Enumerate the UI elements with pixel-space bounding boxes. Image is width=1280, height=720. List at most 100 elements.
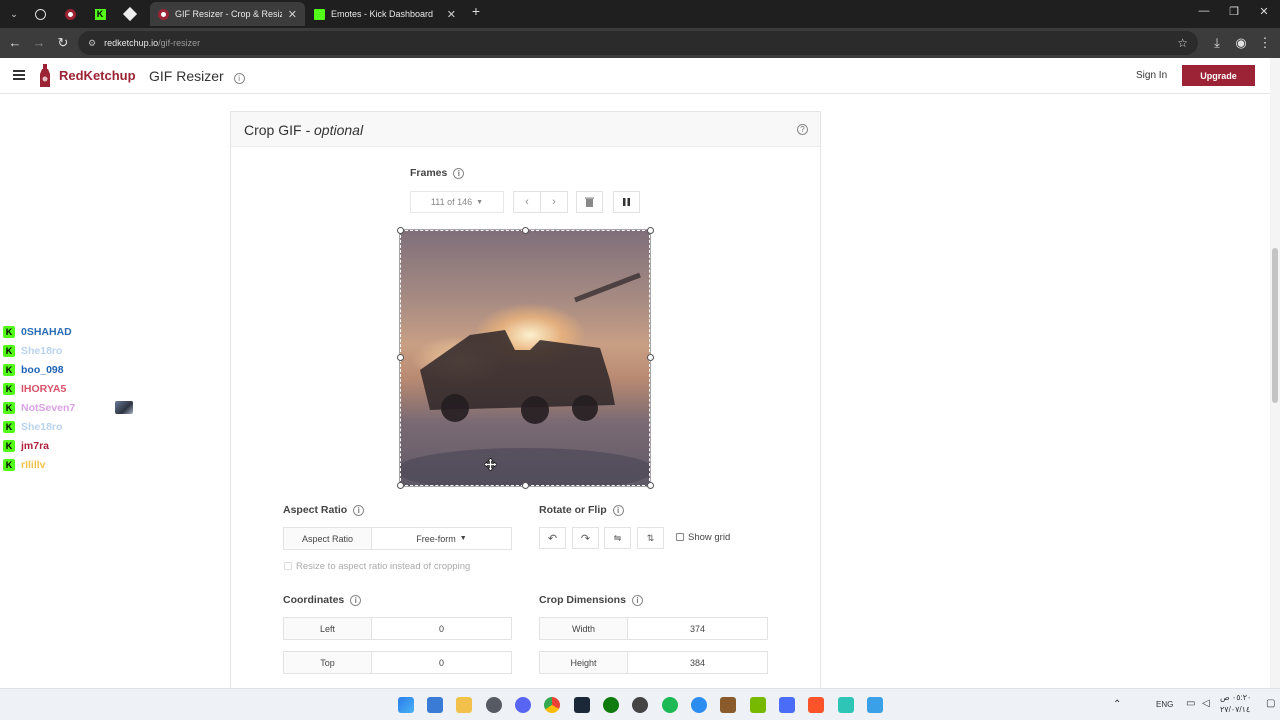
resize-aspect-checkbox[interactable] [284, 562, 292, 571]
help-icon[interactable]: ? [797, 124, 808, 135]
app-icon[interactable] [632, 697, 648, 713]
close-icon[interactable]: ✕ [447, 8, 456, 21]
width-input[interactable]: 374 [628, 618, 767, 639]
info-icon[interactable]: i [453, 167, 465, 179]
pinned-tab-3[interactable]: K [88, 4, 112, 24]
tab-search-button[interactable]: ⌄ [2, 4, 26, 24]
resize-aspect-option[interactable]: Resize to aspect ratio instead of croppi… [284, 561, 470, 572]
chrome-icon[interactable] [544, 697, 560, 713]
info-icon[interactable]: i [233, 73, 245, 84]
width-field[interactable]: Width 374 [539, 617, 768, 640]
minimize-button[interactable]: — [1194, 5, 1214, 17]
pinned-tab-2[interactable] [58, 4, 82, 24]
page-scrollbar[interactable] [1270, 58, 1280, 688]
info-icon[interactable]: i [350, 594, 362, 606]
crop-handle-left[interactable] [397, 354, 404, 361]
nvidia-icon[interactable] [750, 697, 766, 713]
sign-in-link[interactable]: Sign In [1136, 70, 1167, 81]
app-icon[interactable] [486, 697, 502, 713]
aspect-ratio-select[interactable]: Aspect Ratio Free-form ▼ [283, 527, 512, 550]
left-input[interactable]: 0 [372, 618, 511, 639]
crop-handle-bottom-right[interactable] [647, 482, 654, 489]
pause-button[interactable] [613, 191, 640, 213]
close-icon[interactable]: ✕ [288, 8, 297, 21]
chevron-up-icon[interactable]: ⌃ [1113, 699, 1121, 710]
crop-box[interactable] [399, 229, 651, 487]
crop-handle-top[interactable] [522, 227, 529, 234]
crop-handle-top-right[interactable] [647, 227, 654, 234]
flip-horizontal-icon: ⇋ [613, 532, 622, 543]
restore-button[interactable]: ❐ [1224, 5, 1244, 18]
upgrade-button[interactable]: Upgrade [1182, 65, 1255, 86]
app-icon[interactable] [779, 697, 795, 713]
new-tab-button[interactable]: + [466, 3, 486, 19]
site-header: RedKetchup GIF Resizer i Sign In Upgrade [0, 58, 1270, 94]
xbox-icon[interactable] [603, 697, 619, 713]
height-input[interactable]: 384 [628, 652, 767, 673]
file-explorer-icon[interactable] [456, 697, 472, 713]
left-label: Left [284, 618, 372, 639]
next-frame-button[interactable]: › [540, 191, 568, 213]
info-icon[interactable]: i [631, 594, 643, 606]
tab-gif-resizer[interactable]: GIF Resizer - Crop & Resize Ani ✕ [150, 2, 305, 26]
steam-icon[interactable] [574, 697, 590, 713]
previous-frame-button[interactable]: ‹ [513, 191, 541, 213]
info-icon[interactable]: i [612, 504, 624, 516]
forward-button[interactable]: → [30, 34, 48, 52]
aspect-ratio-field-label: Aspect Ratio [284, 528, 372, 549]
menu-icon[interactable]: ⋮ [1256, 34, 1274, 52]
download-icon[interactable]: ⤓ [1208, 34, 1226, 52]
tab-kick-emotes[interactable]: Emotes - Kick Dashboard ✕ [306, 2, 464, 26]
frame-select[interactable]: 111 of 146 ▼ [410, 191, 504, 213]
chat-item: K She18ro [3, 341, 143, 360]
flip-horizontal-button[interactable]: ⇋ [604, 527, 631, 549]
app-icon[interactable] [867, 697, 883, 713]
crop-handle-right[interactable] [647, 354, 654, 361]
close-window-button[interactable]: ✕ [1254, 5, 1274, 18]
profile-icon[interactable]: ◉ [1232, 34, 1250, 52]
top-input[interactable]: 0 [372, 652, 511, 673]
clock-date[interactable]: ٢٧/٠٧/١٤ [1220, 705, 1250, 714]
discord-icon[interactable] [515, 697, 531, 713]
app-icon[interactable] [691, 697, 707, 713]
show-grid-option[interactable]: Show grid [676, 532, 730, 543]
app-icon[interactable] [838, 697, 854, 713]
ketchup-bottle-logo[interactable] [38, 64, 52, 88]
clock-time[interactable]: ٠٥:٢٠ ص [1220, 693, 1251, 702]
notification-icon[interactable]: ▢ [1266, 698, 1275, 709]
delete-frame-button[interactable] [576, 191, 603, 213]
pinned-tab-1[interactable] [28, 4, 52, 24]
crop-handle-bottom-left[interactable] [397, 482, 404, 489]
store-icon[interactable] [427, 697, 443, 713]
app-icon[interactable] [720, 697, 736, 713]
rotate-left-button[interactable]: ↶ [539, 527, 566, 549]
flip-vertical-button[interactable]: ⇅ [637, 527, 664, 549]
brave-icon[interactable] [808, 697, 824, 713]
height-field[interactable]: Height 384 [539, 651, 768, 674]
info-icon[interactable]: i [353, 504, 365, 516]
crop-handle-top-left[interactable] [397, 227, 404, 234]
language-indicator[interactable]: ENG [1156, 700, 1173, 709]
address-bar[interactable]: ⚙ redketchup.io/gif-resizer ☆ [78, 31, 1198, 55]
scrollbar-thumb[interactable] [1272, 248, 1278, 403]
top-coordinate-field[interactable]: Top 0 [283, 651, 512, 674]
aspect-ratio-dropdown[interactable]: Free-form ▼ [372, 528, 511, 549]
reload-button[interactable]: ↻ [54, 34, 72, 52]
windows-start-icon[interactable] [398, 697, 414, 713]
bookmark-star-icon[interactable]: ☆ [1177, 36, 1188, 50]
brand-name[interactable]: RedKetchup [59, 68, 136, 83]
left-coordinate-field[interactable]: Left 0 [283, 617, 512, 640]
site-info-icon[interactable]: ⚙ [88, 38, 96, 49]
crop-handle-bottom[interactable] [522, 482, 529, 489]
kick-badge-icon: K [3, 382, 15, 395]
caret-down-icon: ▼ [476, 198, 484, 206]
volume-icon[interactable]: ◁ [1202, 698, 1210, 709]
show-grid-checkbox[interactable] [676, 533, 684, 542]
pinned-tab-4[interactable] [118, 4, 142, 24]
aspect-ratio-label-text: Aspect Ratio [283, 504, 348, 516]
spotify-icon[interactable] [662, 697, 678, 713]
back-button[interactable]: ← [6, 34, 24, 52]
rotate-right-button[interactable]: ↷ [572, 527, 599, 549]
hamburger-menu-icon[interactable] [13, 70, 25, 80]
network-icon[interactable]: ▭ [1186, 698, 1195, 709]
